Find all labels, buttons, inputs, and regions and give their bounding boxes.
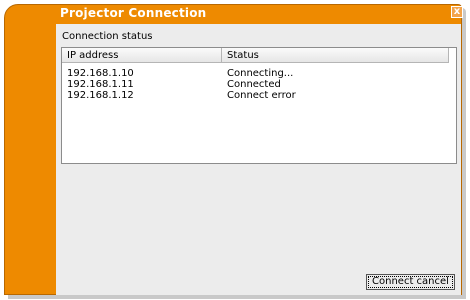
close-button[interactable]: x: [451, 6, 463, 18]
table-row[interactable]: 192.168.1.10 Connecting...: [62, 68, 449, 79]
row-status: Connected: [227, 79, 281, 90]
table-row[interactable]: 192.168.1.11 Connected: [62, 79, 449, 90]
row-ip-address: 192.168.1.12: [67, 90, 134, 101]
connect-cancel-button[interactable]: Connect cancel: [366, 274, 455, 290]
row-status: Connect error: [227, 90, 296, 101]
row-status: Connecting...: [227, 68, 294, 79]
column-header-ip-address[interactable]: IP address: [62, 48, 222, 63]
window-title: Projector Connection: [60, 6, 207, 20]
row-ip-address: 192.168.1.10: [67, 68, 134, 79]
row-ip-address: 192.168.1.11: [67, 79, 134, 90]
connection-status-label: Connection status: [62, 31, 153, 42]
column-header-status[interactable]: Status: [222, 48, 449, 63]
table-row[interactable]: 192.168.1.12 Connect error: [62, 90, 449, 101]
connection-status-list[interactable]: IP address Status 192.168.1.10 Connectin…: [61, 47, 457, 164]
